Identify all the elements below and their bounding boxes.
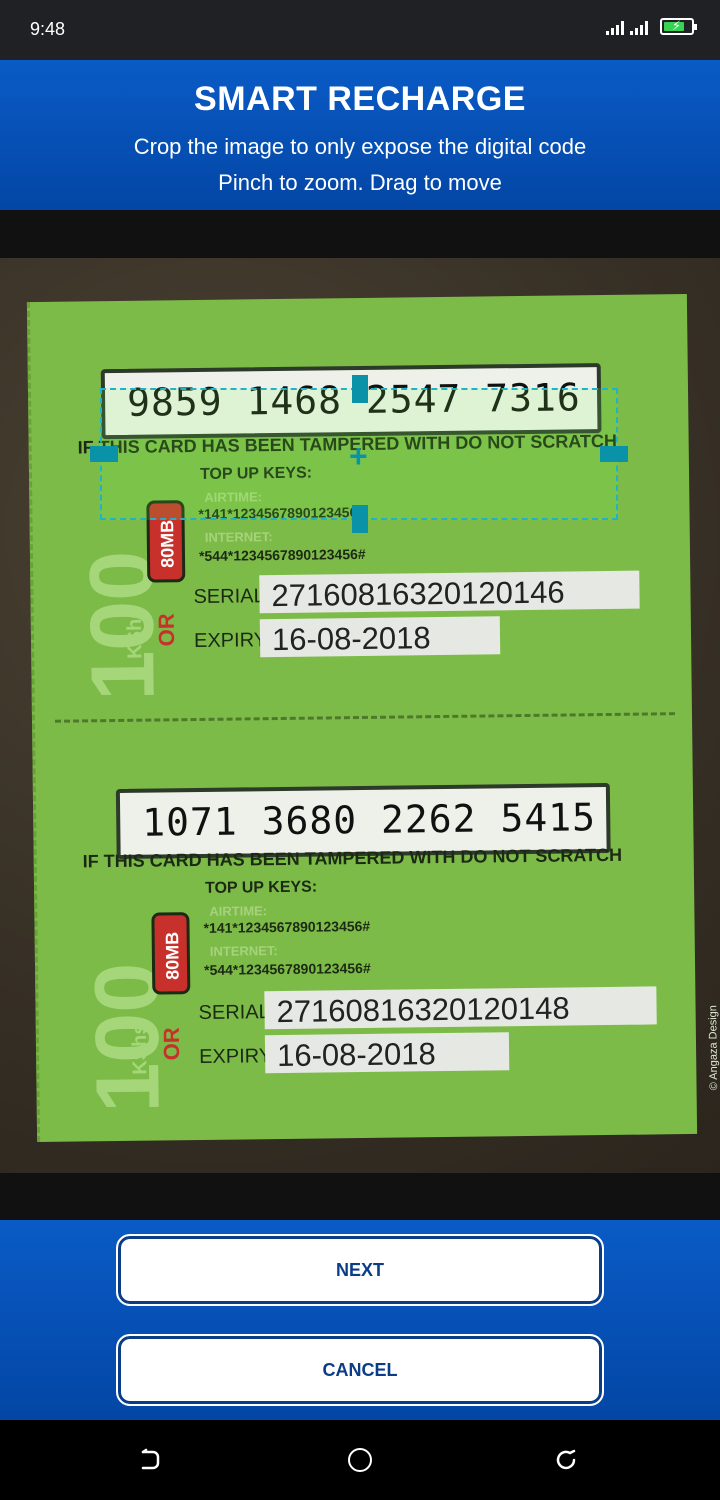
scratch-card-photo[interactable]: 9859 1468 2547 7316 IF THIS CARD HAS BEE… xyxy=(0,258,720,1173)
serial-box-bottom: 27160816320120148 xyxy=(264,986,657,1030)
crop-handle-left[interactable] xyxy=(90,446,118,462)
crop-handle-bottom[interactable] xyxy=(352,505,368,533)
expiry-box-top: 16-08-2018 xyxy=(259,616,501,658)
keys-title-bottom: TOP UP KEYS: xyxy=(204,878,318,897)
currency-top: KShs xyxy=(123,607,147,659)
crop-handle-right[interactable] xyxy=(600,446,628,462)
pin-code-bottom: 1071 3680 2262 5415 xyxy=(141,795,597,845)
crop-handle-top[interactable] xyxy=(352,375,368,403)
perforation-line xyxy=(54,712,675,723)
expiry-box-bottom: 16-08-2018 xyxy=(264,1032,510,1074)
cancel-button[interactable]: CANCEL xyxy=(116,1334,604,1406)
next-button[interactable]: NEXT xyxy=(116,1234,604,1306)
designer-credit: © Angaza Design xyxy=(706,1005,720,1091)
or-text-top: OR xyxy=(153,613,180,647)
expiry-label-bottom: EXPIRY xyxy=(198,1045,273,1069)
or-text-bottom: OR xyxy=(158,1027,185,1061)
crop-center-icon[interactable]: + xyxy=(349,440,368,472)
instruction-line-1: Crop the image to only expose the digita… xyxy=(133,134,587,159)
status-bar: 9:48 ⚡ xyxy=(0,0,720,60)
expiry-date-top: 16-08-2018 xyxy=(271,620,431,658)
signal-icon-2 xyxy=(630,19,648,35)
page-title: SMART RECHARGE xyxy=(194,80,526,118)
instruction-line-2: Pinch to zoom. Drag to move xyxy=(218,170,502,195)
serial-number-top: 27160816320120146 xyxy=(271,574,565,614)
signal-icon xyxy=(606,19,624,35)
expiry-label-top: EXPIRY xyxy=(193,629,268,653)
serial-label-top: SERIAL xyxy=(193,585,265,609)
header: SMART RECHARGE Crop the image to only ex… xyxy=(0,60,720,210)
crop-frame[interactable]: + xyxy=(90,375,628,533)
status-icons: ⚡ xyxy=(606,18,697,35)
internet-label-top: INTERNET: xyxy=(204,529,273,545)
serial-box-top: 27160816320120146 xyxy=(259,570,640,614)
bundle-badge-bottom: 80MB xyxy=(151,912,191,995)
serial-number-bottom: 27160816320120148 xyxy=(276,990,570,1030)
action-footer: NEXT CANCEL xyxy=(0,1220,720,1420)
recent-apps-icon[interactable] xyxy=(554,1448,578,1472)
serial-label-bottom: SERIAL xyxy=(198,1001,270,1025)
internet-code-bottom: *544*1234567890123456# xyxy=(203,959,371,978)
bundle-text-bottom: 80MB xyxy=(162,931,183,980)
back-icon[interactable] xyxy=(138,1448,162,1472)
currency-bottom: KShs xyxy=(128,1023,152,1075)
battery-icon: ⚡ xyxy=(660,18,697,35)
internet-code-top: *544*1234567890123456# xyxy=(198,545,366,564)
airtime-code-bottom: *141*1234567890123456# xyxy=(203,917,371,936)
navigation-bar xyxy=(0,1420,720,1500)
status-time: 9:48 xyxy=(30,19,66,39)
crop-workspace[interactable]: 9859 1468 2547 7316 IF THIS CARD HAS BEE… xyxy=(0,210,720,1220)
airtime-label-bottom: AIRTIME: xyxy=(209,903,268,919)
internet-label-bottom: INTERNET: xyxy=(209,943,278,959)
expiry-date-bottom: 16-08-2018 xyxy=(276,1036,436,1074)
home-icon[interactable] xyxy=(348,1448,372,1472)
